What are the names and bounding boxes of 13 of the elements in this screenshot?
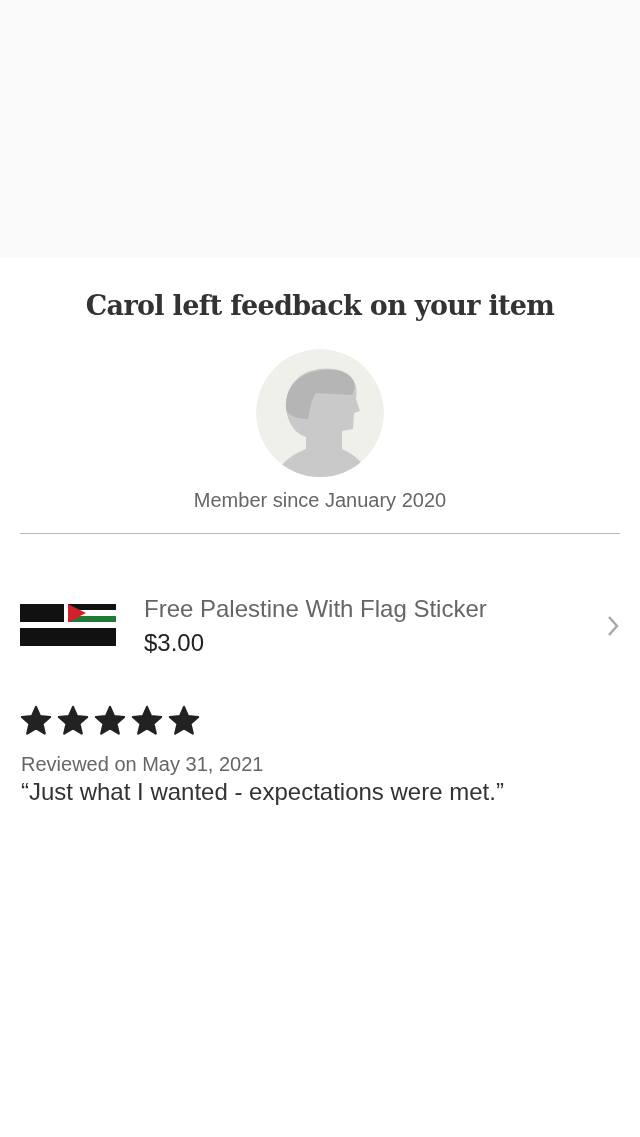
review-text: “Just what I wanted - expectations were met.”: [21, 776, 505, 807]
member-since: Member since January 2020: [192, 487, 448, 513]
item-name: Free Palestine With Flag Sticker: [144, 593, 488, 624]
star-icon: [167, 703, 201, 738]
star-icon: [93, 703, 127, 738]
avatar-icon: [256, 348, 384, 477]
review-date: Reviewed on May 31, 2021: [21, 751, 265, 777]
star-icon: [56, 703, 90, 738]
star-icon: [19, 703, 53, 738]
feedback-title: Carol left feedback on your item: [84, 289, 556, 323]
star-icon: [130, 703, 164, 738]
item-price: $3.00: [144, 627, 206, 658]
item-row[interactable]: Free Palestine With Flag Sticker $3.00: [0, 593, 640, 658]
